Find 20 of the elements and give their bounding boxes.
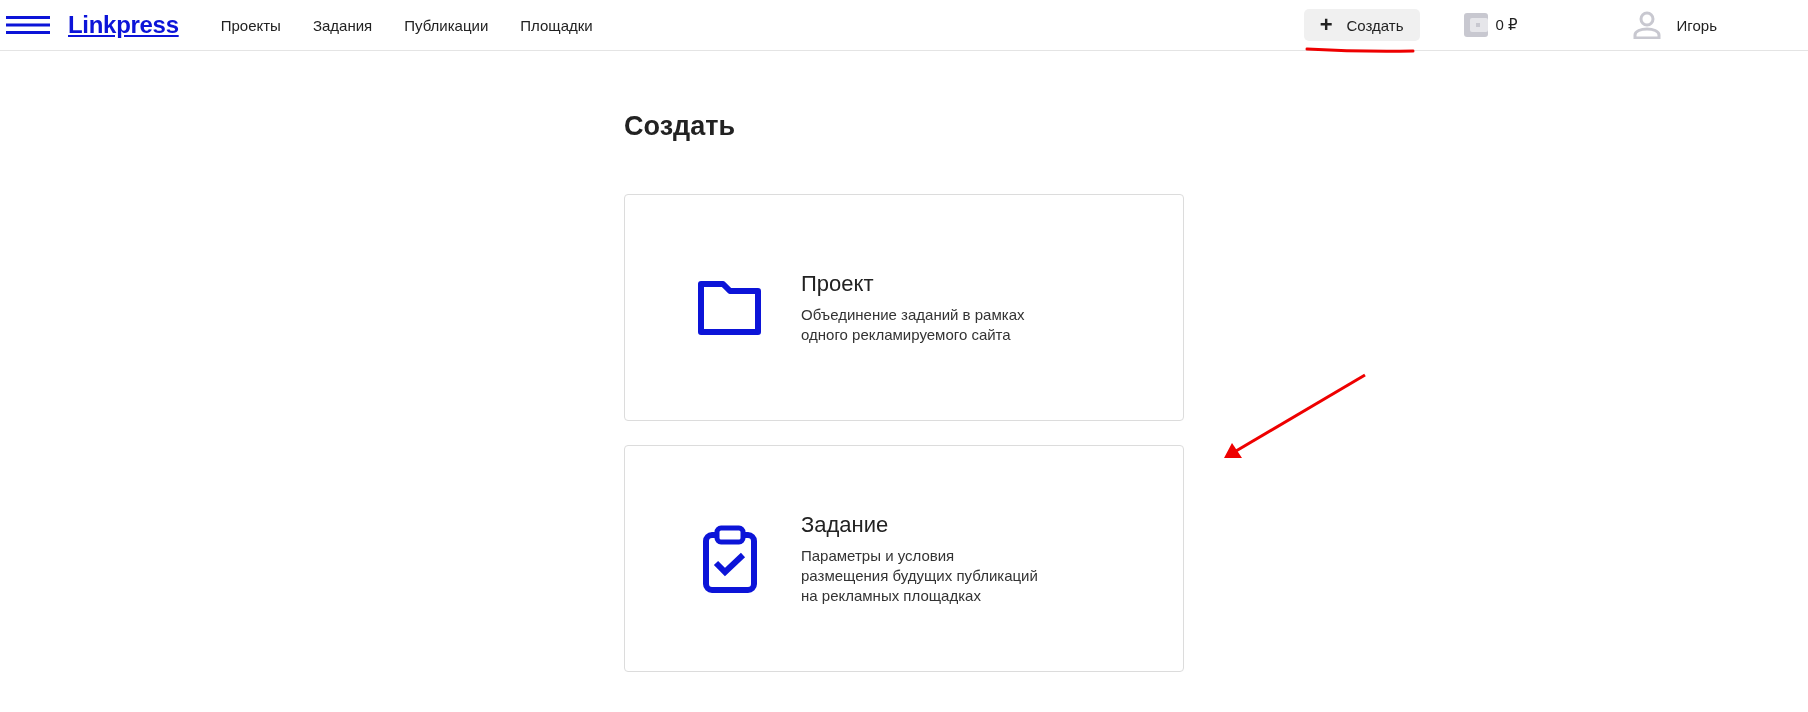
create-button[interactable]: + Создать bbox=[1303, 9, 1420, 41]
nav-link[interactable]: Проекты bbox=[220, 16, 281, 34]
balance-amount: 0 ₽ bbox=[1495, 16, 1518, 34]
clipboard-check-icon bbox=[703, 524, 757, 593]
user-icon[interactable] bbox=[1632, 11, 1661, 39]
nav-link[interactable]: Публикации bbox=[404, 16, 489, 34]
folder-icon bbox=[697, 279, 763, 336]
page-title: Создать bbox=[624, 111, 737, 142]
nav-link[interactable]: Задания bbox=[312, 16, 373, 34]
card-description: Объединение заданий в рамках одного рекламируемого сайта bbox=[801, 304, 1025, 345]
logo[interactable]: Linkpress bbox=[68, 11, 179, 39]
user-name[interactable]: Игорь bbox=[1676, 16, 1717, 34]
option-card[interactable]: Проект Объединение заданий в рамках одного рекламируемого сайта bbox=[624, 194, 1184, 421]
option-card[interactable]: Задание Параметры и условия размещения будущих публикаций на рекламных площадках bbox=[624, 445, 1184, 672]
card-title: Задание bbox=[801, 511, 890, 538]
wallet-icon[interactable] bbox=[1463, 13, 1488, 37]
nav-link[interactable]: Площадки bbox=[520, 16, 593, 34]
menu-icon[interactable] bbox=[6, 15, 50, 35]
card-title: Проект bbox=[801, 270, 875, 297]
card-description: Параметры и условия размещения будущих публикаций на рекламных площадках bbox=[801, 545, 1038, 606]
